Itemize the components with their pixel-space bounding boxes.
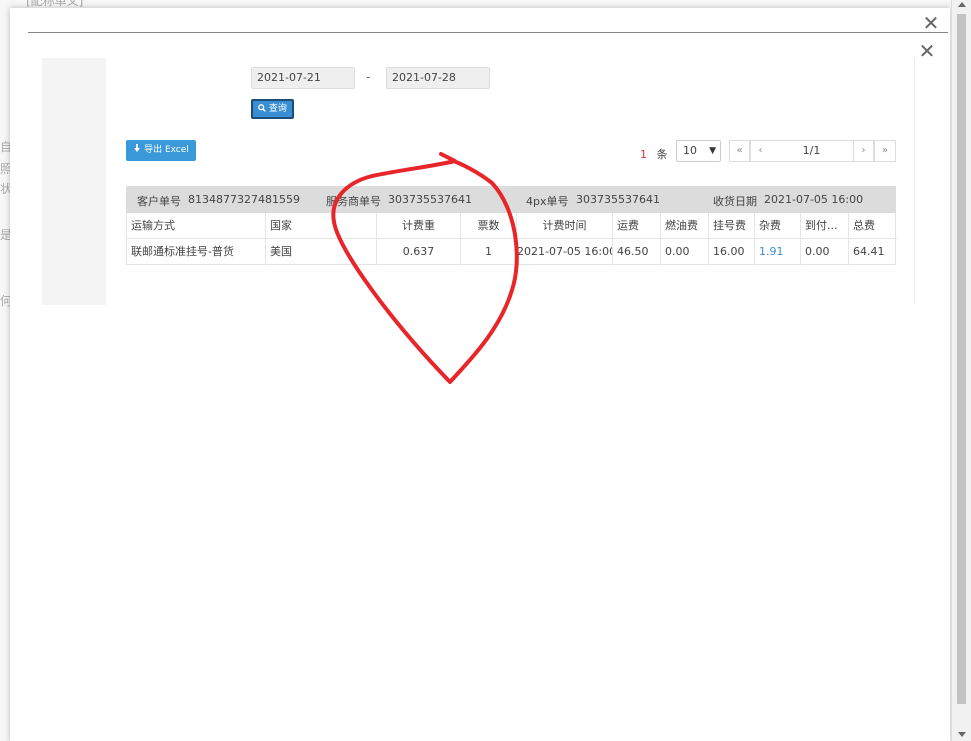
next-page-button[interactable]: › [853, 140, 874, 162]
table-header-row: 运输方式 国家 计费重 票数 计费时间 运费 燃油费 挂号费 杂费 到付... … [127, 213, 897, 239]
table-cell: 1 [461, 239, 517, 265]
result-count: 1 条 [640, 146, 668, 162]
header-cell: 国家 [266, 213, 377, 239]
page-indicator: 1/1 [770, 140, 853, 162]
page-size-value: 10 [683, 144, 697, 157]
table-cell: 16.00 [709, 239, 755, 265]
result-count-number: 1 [640, 148, 647, 161]
scroll-up-arrow-icon[interactable] [958, 2, 966, 7]
table-cell: 0.00 [801, 239, 849, 265]
table-cell: 联邮通标准挂号-普货 [127, 239, 266, 265]
last-page-button[interactable]: » [874, 140, 896, 162]
table-cell: 2021-07-05 16:00 [517, 239, 613, 265]
header-cell: 燃油费 [661, 213, 709, 239]
service-no-label: 服务商单号 [326, 195, 381, 208]
page-size-select[interactable]: 10 ▼ [676, 140, 721, 162]
date-to-input[interactable]: 2021-07-28 [386, 67, 490, 89]
export-button-label: 导出 Excel [144, 145, 189, 155]
table-row: 联邮通标准挂号-普货 美国 0.637 1 2021-07-05 16:00 4… [127, 239, 897, 265]
header-cell: 到付... [801, 213, 849, 239]
table-cell: 0.637 [377, 239, 461, 265]
header-cell: 挂号费 [709, 213, 755, 239]
header-cell: 计费时间 [517, 213, 613, 239]
inner-close-icon[interactable]: ✕ [918, 41, 936, 61]
scroll-thumb[interactable] [957, 14, 966, 704]
customer-no-label: 客户单号 [137, 195, 181, 208]
header-cell: 杂费 [755, 213, 801, 239]
header-cell: 运输方式 [127, 213, 266, 239]
table-cell: 64.41 [853, 245, 885, 258]
content-divider [914, 58, 915, 305]
search-icon [258, 104, 266, 112]
px-no-value: 303735537641 [576, 193, 660, 206]
left-pane [42, 58, 106, 305]
px-no-label: 4px单号 [526, 195, 569, 208]
receive-date-value: 2021-07-05 16:00 [764, 193, 864, 206]
receive-date-label: 收货日期 [713, 195, 757, 208]
scrollbar[interactable] [951, 0, 971, 741]
query-button-label: 查询 [268, 104, 287, 114]
first-page-button[interactable]: « [729, 140, 750, 162]
order-info-bar: 客户单号 8134877327481559 服务商单号 303735537641… [126, 186, 896, 213]
fee-table: 运输方式 国家 计费重 票数 计费时间 运费 燃油费 挂号费 杂费 到付... … [126, 213, 897, 265]
prev-page-button[interactable]: ‹ [750, 140, 771, 162]
table-cell: 46.50 [613, 239, 661, 265]
header-cell: 计费重 [377, 213, 461, 239]
outer-close-icon[interactable]: ✕ [922, 13, 940, 33]
download-icon [134, 144, 141, 152]
table-cell: 美国 [266, 239, 377, 265]
query-button[interactable]: 查询 [251, 99, 294, 119]
misc-fee-link[interactable]: 1.91 [755, 239, 801, 265]
header-cell: 总费 [853, 219, 875, 232]
date-separator: - [366, 70, 371, 84]
result-count-unit: 条 [656, 148, 668, 161]
header-cell: 票数 [461, 213, 517, 239]
scroll-down-arrow-icon[interactable] [958, 732, 966, 737]
service-no-value: 303735537641 [388, 193, 472, 206]
table-cell: 0.00 [661, 239, 709, 265]
export-excel-button[interactable]: 导出 Excel [126, 140, 196, 161]
header-cell: 运费 [613, 213, 661, 239]
customer-no-value: 8134877327481559 [188, 193, 300, 206]
inner-modal [28, 32, 948, 741]
date-from-input[interactable]: 2021-07-21 [251, 67, 355, 89]
chevron-down-icon: ▼ [709, 146, 716, 156]
